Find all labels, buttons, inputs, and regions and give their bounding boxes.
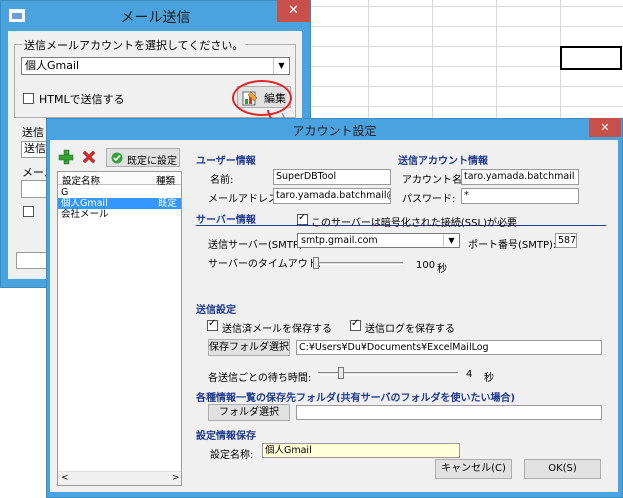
user-info-heading: ユーザー情報 bbox=[196, 156, 256, 167]
column-header-type[interactable]: 種類 bbox=[156, 173, 175, 187]
account-name-field[interactable]: taro.yamada.batchmail bbox=[461, 169, 579, 185]
partial-label-send: 送信 bbox=[22, 126, 44, 139]
name-field[interactable]: SuperDBTool bbox=[273, 169, 391, 185]
smtp-label: 送信サーバー(SMTP): bbox=[208, 240, 307, 251]
account-select-value: 個人Gmail bbox=[25, 59, 80, 72]
ssl-checkbox[interactable] bbox=[297, 212, 308, 225]
chevron-down-icon[interactable]: ▼ bbox=[273, 58, 289, 74]
wait-slider[interactable] bbox=[318, 366, 458, 380]
email-label: メールアドレス: bbox=[208, 194, 282, 205]
add-account-button[interactable] bbox=[58, 149, 74, 165]
account-group-label: 送信メールアカウントを選択してください。 bbox=[22, 37, 246, 53]
ssl-label: このサーバーは暗号化された接続(SSL)が必要 bbox=[311, 218, 517, 229]
annotation-ellipse bbox=[232, 80, 292, 116]
timeout-slider[interactable] bbox=[313, 256, 403, 270]
list-horizontal-scrollbar[interactable]: < > bbox=[58, 471, 181, 485]
checkmark-icon bbox=[111, 152, 123, 164]
chevron-down-icon[interactable]: ▼ bbox=[443, 234, 459, 247]
timeout-slider-thumb[interactable] bbox=[313, 257, 319, 269]
wait-slider-thumb[interactable] bbox=[338, 367, 344, 379]
send-settings-heading: 送信設定 bbox=[196, 305, 236, 316]
account-settings-title: アカウント設定 bbox=[292, 124, 377, 138]
name-label: 名前: bbox=[210, 175, 234, 186]
send-account-heading: 送信アカウント情報 bbox=[398, 156, 488, 167]
list-item-selected[interactable]: 個人Gmail 既定 bbox=[58, 198, 181, 209]
account-list-header: 設定名称 種類 bbox=[58, 172, 181, 187]
delete-account-button[interactable] bbox=[81, 149, 97, 165]
delete-x-icon bbox=[82, 150, 96, 164]
html-checkbox[interactable] bbox=[23, 93, 34, 104]
dialog-close-button[interactable]: ✕ bbox=[589, 118, 621, 137]
mail-send-title: メール送信 bbox=[120, 10, 191, 26]
mail-send-titlebar[interactable]: メール送信 ✕ bbox=[0, 0, 311, 31]
timeout-label: サーバーのタイムアウト: bbox=[208, 259, 322, 270]
select-folder-button[interactable]: フォルダ選択 bbox=[208, 404, 290, 421]
selected-cell[interactable] bbox=[560, 46, 622, 70]
cancel-button[interactable]: キャンセル(C) bbox=[435, 459, 512, 479]
html-checkbox-label: HTMLで送信する bbox=[39, 93, 125, 106]
setting-name-label: 設定名称: bbox=[210, 450, 254, 461]
scroll-right-icon[interactable]: > bbox=[172, 473, 180, 483]
set-default-button[interactable]: 既定に設定 bbox=[106, 148, 180, 167]
server-info-heading: サーバー情報 bbox=[196, 215, 256, 226]
password-field[interactable]: * bbox=[461, 188, 579, 204]
account-select[interactable]: 個人Gmail ▼ bbox=[21, 57, 290, 75]
partial-checkbox[interactable] bbox=[23, 206, 34, 217]
port-label: ポート番号(SMTP): bbox=[468, 240, 557, 251]
partial-send-field[interactable]: 送信 bbox=[21, 141, 49, 158]
partial-mail-field[interactable] bbox=[21, 180, 49, 198]
wait-unit: 秒 bbox=[484, 373, 494, 384]
save-log-checkbox[interactable] bbox=[350, 318, 361, 331]
port-field[interactable]: 587 bbox=[555, 233, 577, 248]
account-settings-titlebar[interactable]: アカウント設定 ✕ bbox=[46, 118, 623, 140]
list-item[interactable]: 会社メール bbox=[58, 209, 181, 220]
timeout-value: 100 bbox=[416, 260, 436, 271]
timeout-unit: 秒 bbox=[437, 264, 447, 275]
save-folder-button[interactable]: 保存フォルダ選択 bbox=[208, 339, 290, 356]
set-default-label: 既定に設定 bbox=[127, 156, 177, 167]
close-button[interactable]: ✕ bbox=[277, 0, 310, 22]
save-log-label: 送信ログを保存する bbox=[365, 324, 455, 335]
password-label: パスワード: bbox=[402, 194, 456, 205]
smtp-select-value: smtp.gmail.com bbox=[301, 235, 378, 246]
column-header-name[interactable]: 設定名称 bbox=[62, 173, 100, 187]
wait-value: 4 bbox=[466, 369, 473, 380]
email-field[interactable]: taro.yamada.batchmail@gmail.com bbox=[273, 188, 391, 204]
save-info-heading: 設定情報保存 bbox=[196, 431, 256, 442]
account-list[interactable]: 設定名称 種類 G 個人Gmail 既定 会社メール < > bbox=[57, 171, 182, 486]
scroll-left-icon[interactable]: < bbox=[61, 473, 69, 483]
save-sent-label: 送信済メールを保存する bbox=[222, 324, 332, 335]
plus-icon bbox=[58, 149, 74, 165]
smtp-select[interactable]: smtp.gmail.com ▼ bbox=[297, 233, 460, 248]
shared-folder-field[interactable] bbox=[296, 405, 602, 420]
save-folder-field[interactable]: C:¥Users¥Du¥Documents¥ExcelMailLog bbox=[296, 340, 602, 355]
ok-button[interactable]: OK(S) bbox=[524, 459, 601, 479]
shared-folder-heading: 各種情報一覧の保存先フォルダ(共有サーバのフォルダを使いたい場合) bbox=[196, 393, 516, 404]
save-sent-checkbox[interactable] bbox=[207, 318, 218, 331]
account-name-label: アカウント名: bbox=[402, 175, 466, 186]
wait-label: 各送信ごとの待ち時間: bbox=[208, 373, 312, 384]
list-item[interactable]: G bbox=[58, 187, 181, 198]
partial-bottom-field[interactable] bbox=[16, 252, 48, 269]
setting-name-field[interactable]: 個人Gmail bbox=[262, 443, 460, 458]
